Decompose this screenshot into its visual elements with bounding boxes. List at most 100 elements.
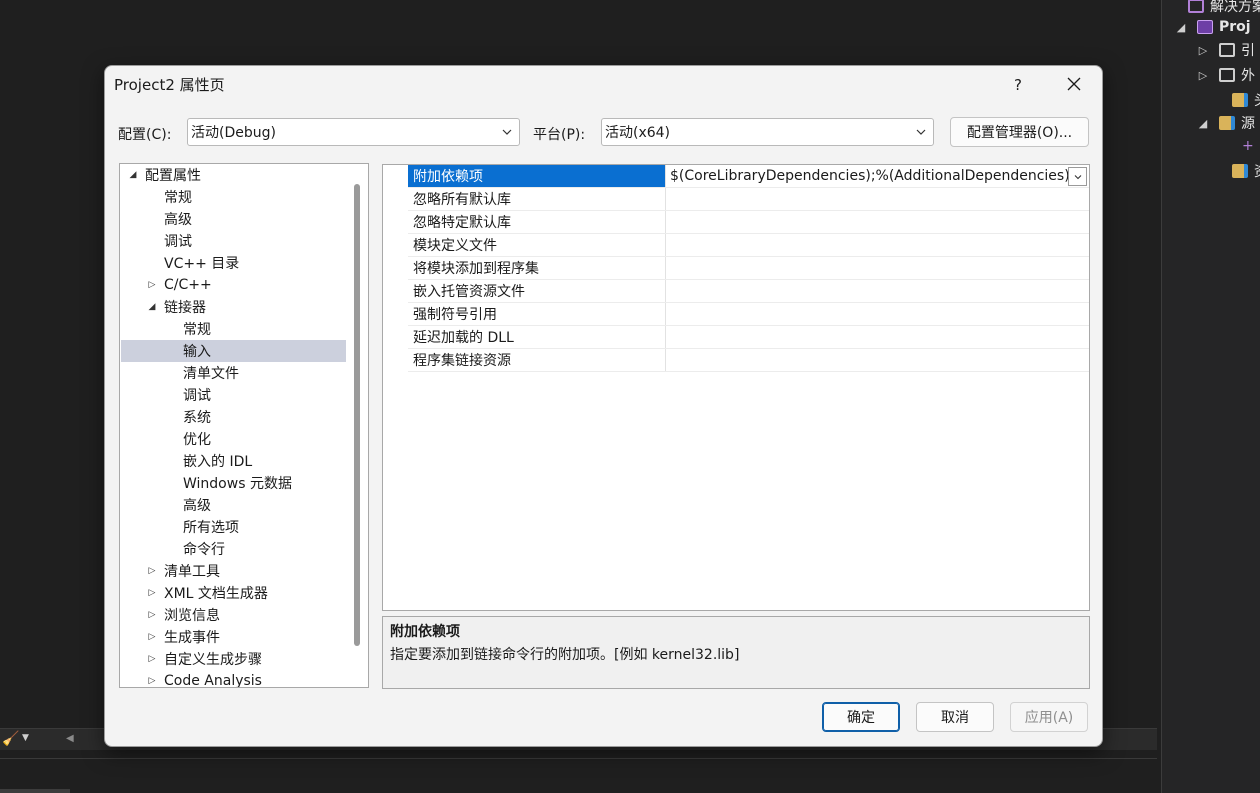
tree-scrollbar[interactable]	[354, 184, 360, 646]
scroll-left-icon[interactable]: ◀	[66, 733, 74, 744]
property-row[interactable]: 强制符号引用	[383, 303, 1089, 326]
platform-select[interactable]: 活动(x64)	[601, 118, 934, 146]
solution-tree-item[interactable]: ◢ 源	[1197, 111, 1255, 135]
tree-item-label: 自定义生成步骤	[164, 652, 262, 668]
external-deps-icon	[1219, 68, 1235, 82]
property-value[interactable]	[666, 303, 1089, 325]
tree-collapsed-icon[interactable]: ▷	[147, 610, 157, 620]
tree-expanded-icon[interactable]: ◢	[1175, 21, 1187, 34]
tree-item-label: VC++ 目录	[164, 256, 240, 272]
tree-item-label: Code Analysis	[164, 673, 262, 688]
tree-item[interactable]: 优化	[121, 428, 346, 450]
tree-item[interactable]: 高级	[121, 494, 346, 516]
tree-item[interactable]: ▷ 自定义生成步骤	[121, 648, 346, 670]
tree-collapsed-icon[interactable]: ▷	[147, 566, 157, 576]
solution-tree-item[interactable]: 头	[1222, 88, 1260, 112]
tree-item[interactable]: 所有选项	[121, 516, 346, 538]
property-row[interactable]: 嵌入托管资源文件	[383, 280, 1089, 303]
clean-brush-icon[interactable]: 🧹	[2, 731, 19, 747]
property-value[interactable]	[666, 326, 1089, 348]
solution-tree-label: +	[1242, 138, 1254, 154]
configuration-label: 配置(C):	[118, 127, 172, 143]
row-gutter	[383, 188, 408, 211]
tree-item[interactable]: 系统	[121, 406, 346, 428]
property-row[interactable]: 程序集链接资源	[383, 349, 1089, 372]
property-row[interactable]: 延迟加载的 DLL	[383, 326, 1089, 349]
tree-item[interactable]: ▷ XML 文档生成器	[121, 582, 346, 604]
tree-item-label: 嵌入的 IDL	[183, 454, 253, 470]
property-row[interactable]: 将模块添加到程序集	[383, 257, 1089, 280]
tree-item-label: 常规	[164, 190, 192, 206]
property-description-panel: 附加依赖项 指定要添加到链接命令行的附加项。[例如 kernel32.lib]	[382, 616, 1090, 689]
property-row[interactable]: 模块定义文件	[383, 234, 1089, 257]
property-value[interactable]	[666, 257, 1089, 279]
tree-item[interactable]: ▷ C/C++	[121, 274, 346, 296]
tree-item[interactable]: ▷ 生成事件	[121, 626, 346, 648]
apply-button[interactable]: 应用(A)	[1010, 702, 1088, 732]
configuration-select[interactable]: 活动(Debug)	[187, 118, 520, 146]
tree-item[interactable]: 嵌入的 IDL	[121, 450, 346, 472]
ok-button[interactable]: 确定	[822, 702, 900, 732]
tree-expanded-icon[interactable]: ◢	[128, 170, 138, 180]
tree-item-label: 高级	[183, 498, 211, 514]
tree-item[interactable]: ◢ 配置属性	[121, 164, 346, 186]
tree-item[interactable]: 清单文件	[121, 362, 346, 384]
tree-item[interactable]: ▷ 清单工具	[121, 560, 346, 582]
tree-item-label: 命令行	[183, 542, 225, 558]
description-text: 指定要添加到链接命令行的附加项。[例如 kernel32.lib]	[390, 647, 740, 663]
property-value[interactable]	[666, 188, 1089, 210]
help-button[interactable]: ?	[1004, 72, 1032, 98]
folder-filter-icon	[1232, 93, 1248, 107]
chevron-down-icon[interactable]: ▼	[22, 733, 29, 743]
references-icon	[1219, 43, 1235, 57]
tree-expanded-icon[interactable]: ◢	[1197, 117, 1209, 130]
tree-item[interactable]: 常规	[121, 186, 346, 208]
property-value[interactable]	[666, 280, 1089, 302]
tree-item-label: XML 文档生成器	[164, 586, 268, 602]
ide-divider	[0, 758, 1157, 759]
property-row[interactable]: 附加依赖项 $(CoreLibraryDependencies);%(Additi…	[383, 165, 1089, 188]
tree-item-label: Windows 元数据	[183, 476, 292, 492]
value-dropdown-button[interactable]	[1068, 167, 1087, 186]
tree-item[interactable]: VC++ 目录	[121, 252, 346, 274]
property-row[interactable]: 忽略所有默认库	[383, 188, 1089, 211]
tree-collapsed-icon[interactable]: ▷	[147, 654, 157, 664]
property-value[interactable]	[666, 349, 1089, 371]
tree-collapsed-icon[interactable]: ▷	[147, 588, 157, 598]
tree-item[interactable]: 调试	[121, 384, 346, 406]
property-name: 嵌入托管资源文件	[408, 280, 666, 302]
tree-collapsed-icon[interactable]: ▷	[1197, 69, 1209, 82]
close-button[interactable]	[1059, 70, 1089, 98]
property-value[interactable]	[666, 211, 1089, 233]
solution-tree-item[interactable]: 资	[1222, 159, 1260, 183]
property-row[interactable]: 忽略特定默认库	[383, 211, 1089, 234]
solution-tree-item[interactable]: ◢ Proj	[1175, 15, 1251, 39]
tree-item-label: C/C++	[164, 277, 212, 293]
tree-item-label: 生成事件	[164, 630, 220, 646]
tree-item-label: 输入	[183, 344, 211, 360]
tree-item[interactable]: ◢ 链接器	[121, 296, 346, 318]
solution-tree-item[interactable]: ▷ 引	[1197, 38, 1255, 62]
solution-tree-item[interactable]: +	[1242, 134, 1254, 158]
tree-item[interactable]: Windows 元数据	[121, 472, 346, 494]
description-title: 附加依赖项	[390, 624, 460, 640]
tree-item[interactable]: ▷ 浏览信息	[121, 604, 346, 626]
tree-item[interactable]: 常规	[121, 318, 346, 340]
tree-collapsed-icon[interactable]: ▷	[147, 280, 157, 290]
tree-item[interactable]: ▷ Code Analysis	[121, 670, 346, 688]
folder-filter-icon	[1219, 116, 1235, 130]
tree-item[interactable]: 命令行	[121, 538, 346, 560]
chevron-down-icon	[502, 129, 512, 135]
solution-tree-item[interactable]: ▷ 外	[1197, 63, 1255, 87]
tree-collapsed-icon[interactable]: ▷	[147, 676, 157, 686]
tree-item[interactable]: 高级	[121, 208, 346, 230]
property-value[interactable]	[666, 234, 1089, 256]
tree-item[interactable]: 输入	[121, 340, 346, 362]
cancel-button[interactable]: 取消	[916, 702, 994, 732]
tree-collapsed-icon[interactable]: ▷	[147, 632, 157, 642]
tree-item[interactable]: 调试	[121, 230, 346, 252]
configuration-manager-button[interactable]: 配置管理器(O)...	[950, 117, 1089, 147]
tree-expanded-icon[interactable]: ◢	[147, 302, 157, 312]
tree-collapsed-icon[interactable]: ▷	[1197, 44, 1209, 57]
property-value[interactable]: $(CoreLibraryDependencies);%(AdditionalD…	[666, 165, 1089, 187]
